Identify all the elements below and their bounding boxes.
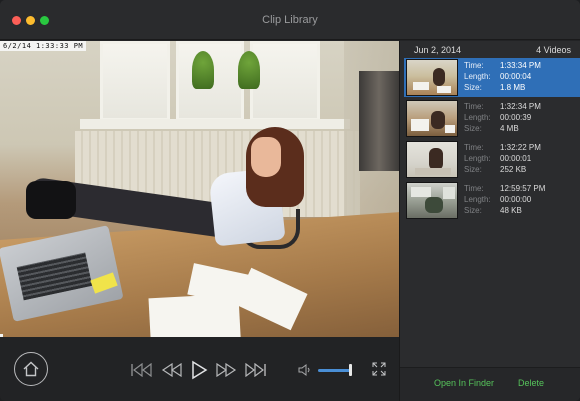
title-bar: Clip Library — [0, 0, 580, 40]
clip-time: 1:33:34 PM — [500, 61, 541, 70]
volume-slider-handle[interactable] — [349, 364, 352, 376]
skip-forward-icon — [245, 363, 266, 377]
rewind-icon — [161, 363, 182, 377]
clip-item[interactable]: Time: 1:32:22 PM Length: 00:00:01 Size: 252… — [404, 140, 580, 179]
playback-controls — [0, 337, 399, 401]
clip-date: Jun 2, 2014 — [414, 45, 462, 55]
clip-length: 00:00:04 — [500, 72, 532, 81]
clip-size: 252 KB — [500, 165, 527, 174]
clip-length: 00:00:39 — [500, 113, 532, 122]
clip-list-sidebar: Jun 2, 2014 4 Videos Time: 1:33:34 PM Len… — [399, 41, 580, 401]
play-icon — [192, 360, 208, 380]
home-icon — [23, 361, 39, 377]
skip-to-end-button[interactable] — [243, 360, 267, 380]
clip-size: 4 MB — [500, 124, 519, 133]
fullscreen-icon[interactable] — [372, 362, 386, 376]
clip-count: 4 Videos — [536, 45, 571, 55]
clip-item[interactable]: Time: 12:59:57 PM Length: 00:00:00 Size: 48… — [404, 181, 580, 220]
home-button[interactable] — [14, 352, 48, 386]
clip-thumbnail — [406, 141, 458, 178]
rewind-button[interactable] — [160, 360, 184, 380]
open-in-finder-button[interactable]: Open In Finder — [434, 378, 494, 388]
clip-library-window: Clip Library 6/2/14 1:33:33 PM Jun 2, 20… — [0, 0, 580, 401]
clip-time: 1:32:22 PM — [500, 143, 541, 152]
clip-thumbnail — [406, 182, 458, 219]
skip-back-icon — [131, 363, 152, 377]
video-timestamp: 6/2/14 1:33:33 PM — [0, 41, 87, 51]
clip-length: 00:00:01 — [500, 154, 532, 163]
sidebar-footer: Open In Finder Delete — [400, 367, 580, 401]
clip-thumbnail — [406, 59, 458, 96]
volume-icon[interactable] — [298, 364, 312, 376]
clip-thumbnail — [406, 100, 458, 137]
play-button[interactable] — [187, 360, 211, 380]
clip-item[interactable]: Time: 1:33:34 PM Length: 00:00:04 Size: 1.8… — [404, 58, 580, 97]
clip-size: 1.8 MB — [500, 83, 526, 92]
clip-time: 12:59:57 PM — [500, 184, 546, 193]
delete-button[interactable]: Delete — [518, 378, 544, 388]
video-player[interactable]: 6/2/14 1:33:33 PM — [0, 41, 399, 337]
clip-time: 1:32:34 PM — [500, 102, 541, 111]
clip-size: 48 KB — [500, 206, 522, 215]
volume-slider[interactable] — [318, 369, 352, 372]
video-scene — [100, 41, 170, 121]
fast-forward-button[interactable] — [214, 360, 238, 380]
clip-item[interactable]: Time: 1:32:34 PM Length: 00:00:39 Size: 4 M… — [404, 99, 580, 138]
skip-to-start-button[interactable] — [130, 360, 154, 380]
clip-list-header: Jun 2, 2014 4 Videos — [400, 41, 580, 57]
window-title: Clip Library — [262, 14, 318, 26]
fast-forward-icon — [216, 363, 237, 377]
clip-length: 00:00:00 — [500, 195, 532, 204]
